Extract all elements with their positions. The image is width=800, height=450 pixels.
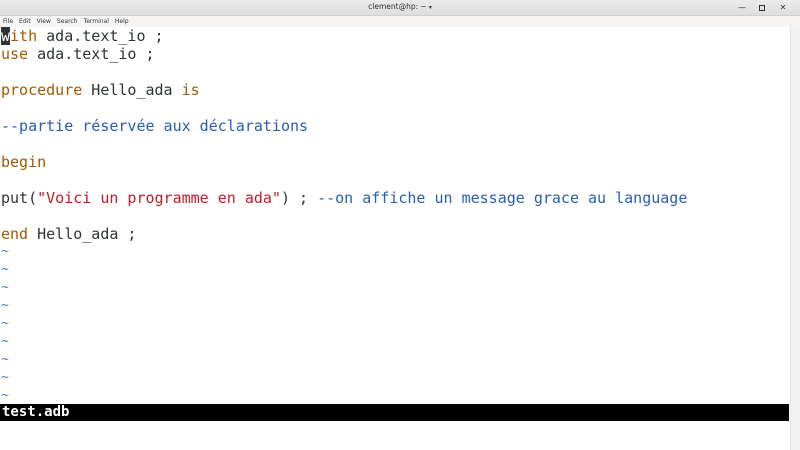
empty-line-marker: ~ bbox=[1, 352, 9, 367]
call-text: put( bbox=[1, 189, 38, 207]
close-icon: ✕ bbox=[779, 3, 787, 12]
keyword-with: with bbox=[1, 27, 38, 45]
code-line-6: put("Voici un programme en ada") ; --on … bbox=[1, 189, 687, 207]
code-text: ada.text_io ; bbox=[37, 27, 164, 45]
empty-line-marker: ~ bbox=[1, 280, 9, 295]
keyword-end: end bbox=[1, 225, 29, 243]
code-line-5: begin bbox=[1, 153, 687, 171]
keyword-begin: begin bbox=[1, 153, 47, 171]
editor-buffer[interactable]: with ada.text_io ; use ada.text_io ; pro… bbox=[1, 27, 687, 405]
empty-line-marker: ~ bbox=[1, 244, 9, 259]
menu-bar: File Edit View Search Terminal Help bbox=[0, 16, 800, 27]
code-line-3: procedure Hello_ada is bbox=[1, 81, 687, 99]
empty-line-marker: ~ bbox=[1, 262, 9, 277]
code-line-7: end Hello_ada ; bbox=[1, 225, 687, 243]
text-cursor: w bbox=[1, 27, 11, 45]
scrollbar[interactable] bbox=[790, 27, 800, 450]
code-text: ada.text_io ; bbox=[28, 45, 155, 63]
vim-status-line: test.adb bbox=[0, 404, 789, 421]
close-button[interactable]: ✕ bbox=[777, 2, 789, 13]
terminal-area[interactable]: with ada.text_io ; use ada.text_io ; pro… bbox=[0, 27, 800, 450]
comment-text: --on affiche un message grace au languag… bbox=[317, 189, 688, 207]
empty-line-marker: ~ bbox=[1, 298, 9, 313]
call-close: ) ; bbox=[280, 189, 318, 207]
maximize-button[interactable] bbox=[756, 2, 768, 13]
title-menu-caret-icon[interactable]: ▾ bbox=[429, 4, 432, 11]
window-title-text: clement@hp: ~ bbox=[368, 2, 427, 11]
menu-terminal[interactable]: Terminal bbox=[81, 16, 112, 27]
empty-line-marker: ~ bbox=[1, 334, 9, 349]
minimize-icon: — bbox=[738, 3, 746, 12]
maximize-icon bbox=[759, 4, 765, 11]
keyword-use: use bbox=[1, 45, 29, 63]
keyword-is: is bbox=[181, 81, 200, 99]
minimize-button[interactable]: — bbox=[736, 2, 748, 13]
procedure-name: Hello_ada bbox=[82, 81, 182, 99]
code-line-2: use ada.text_io ; bbox=[1, 45, 687, 63]
comment-text: --partie réservée aux déclarations bbox=[1, 117, 309, 135]
menu-help[interactable]: Help bbox=[112, 16, 132, 27]
menu-edit[interactable]: Edit bbox=[16, 16, 34, 27]
code-line-4: --partie réservée aux déclarations bbox=[1, 117, 687, 135]
empty-line-marker: ~ bbox=[1, 370, 9, 385]
empty-line-marker: ~ bbox=[1, 388, 9, 403]
window-title: clement@hp: ~ ▾ bbox=[0, 2, 800, 11]
menu-view[interactable]: View bbox=[34, 16, 54, 27]
string-literal: "Voici un programme en ada" bbox=[37, 189, 281, 207]
menu-search[interactable]: Search bbox=[54, 16, 81, 27]
menu-file[interactable]: File bbox=[0, 16, 16, 27]
empty-line-marker: ~ bbox=[1, 316, 9, 331]
keyword-procedure: procedure bbox=[1, 81, 83, 99]
title-bar: clement@hp: ~ ▾ — ✕ bbox=[0, 0, 800, 16]
code-line-1: with ada.text_io ; bbox=[1, 27, 687, 45]
code-text: Hello_ada ; bbox=[28, 225, 137, 243]
